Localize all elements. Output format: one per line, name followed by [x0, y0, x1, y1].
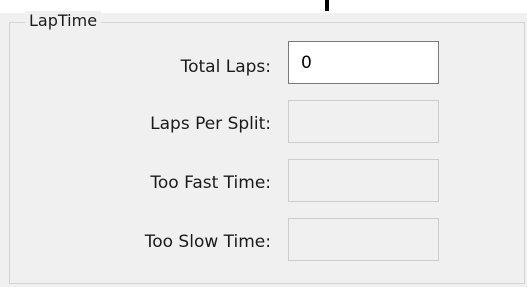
- laptime-panel: LapTime Total Laps: Laps Per Split: Too …: [0, 0, 527, 287]
- laps-per-split-label: Laps Per Split:: [150, 114, 271, 134]
- too-fast-time-label: Too Fast Time:: [150, 173, 271, 193]
- total-laps-label: Total Laps:: [180, 57, 271, 77]
- cropped-header-glyph: [325, 0, 329, 11]
- laps-per-split-input: [288, 100, 439, 143]
- total-laps-input[interactable]: [288, 41, 439, 84]
- groupbox-title: LapTime: [25, 11, 102, 31]
- too-fast-time-input: [288, 159, 439, 202]
- too-slow-time-input: [288, 218, 439, 261]
- too-slow-time-label: Too Slow Time:: [144, 232, 271, 252]
